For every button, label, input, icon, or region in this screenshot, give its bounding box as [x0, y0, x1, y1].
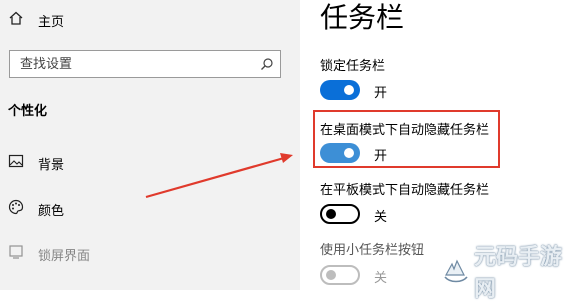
small-buttons-toggle[interactable]	[320, 265, 360, 285]
lock-taskbar-label: 锁定任务栏	[320, 59, 386, 74]
auto-hide-tablet-state: 关	[374, 210, 388, 225]
palette-icon	[8, 199, 24, 219]
toggle-knob	[344, 148, 354, 158]
sidebar-item-lock-screen[interactable]: 锁屏界面	[8, 243, 90, 265]
home-icon	[8, 10, 24, 30]
search-input[interactable]	[10, 52, 254, 76]
section-title: 个性化	[8, 104, 48, 119]
auto-hide-desktop-toggle[interactable]	[320, 143, 360, 163]
auto-hide-desktop-label: 在桌面模式下自动隐藏任务栏	[320, 123, 490, 138]
auto-hide-desktop-state: 开	[374, 149, 388, 164]
home-label: 主页	[38, 14, 65, 30]
search-icon[interactable]	[254, 51, 280, 77]
watermark: 元码手游网	[440, 245, 569, 302]
sidebar-item-colors[interactable]: 颜色	[8, 198, 64, 220]
toggle-knob	[326, 270, 336, 280]
auto-hide-tablet-toggle[interactable]	[320, 204, 360, 224]
sidebar-item-label: 背景	[38, 157, 65, 173]
lock-taskbar-toggle[interactable]	[320, 80, 360, 100]
watermark-text: 元码手游网	[474, 245, 563, 302]
image-icon	[8, 153, 24, 173]
sidebar-item-label: 锁屏界面	[38, 248, 91, 264]
sidebar-item-background[interactable]: 背景	[8, 152, 64, 174]
page-title: 任务栏	[320, 1, 405, 34]
sidebar-item-label: 颜色	[38, 203, 65, 219]
search-box[interactable]	[9, 50, 281, 78]
small-buttons-state: 关	[374, 271, 388, 286]
toggle-knob	[344, 85, 354, 95]
auto-hide-tablet-label: 在平板模式下自动隐藏任务栏	[320, 183, 490, 198]
settings-sidebar: 主页 个性化 背景	[0, 0, 300, 290]
lock-taskbar-state: 开	[374, 86, 388, 101]
toggle-knob	[326, 209, 336, 219]
watermark-logo-icon	[440, 255, 472, 287]
lock-screen-icon	[8, 244, 24, 264]
small-buttons-label: 使用小任务栏按钮	[320, 243, 425, 258]
sidebar-home[interactable]: 主页	[8, 9, 64, 31]
